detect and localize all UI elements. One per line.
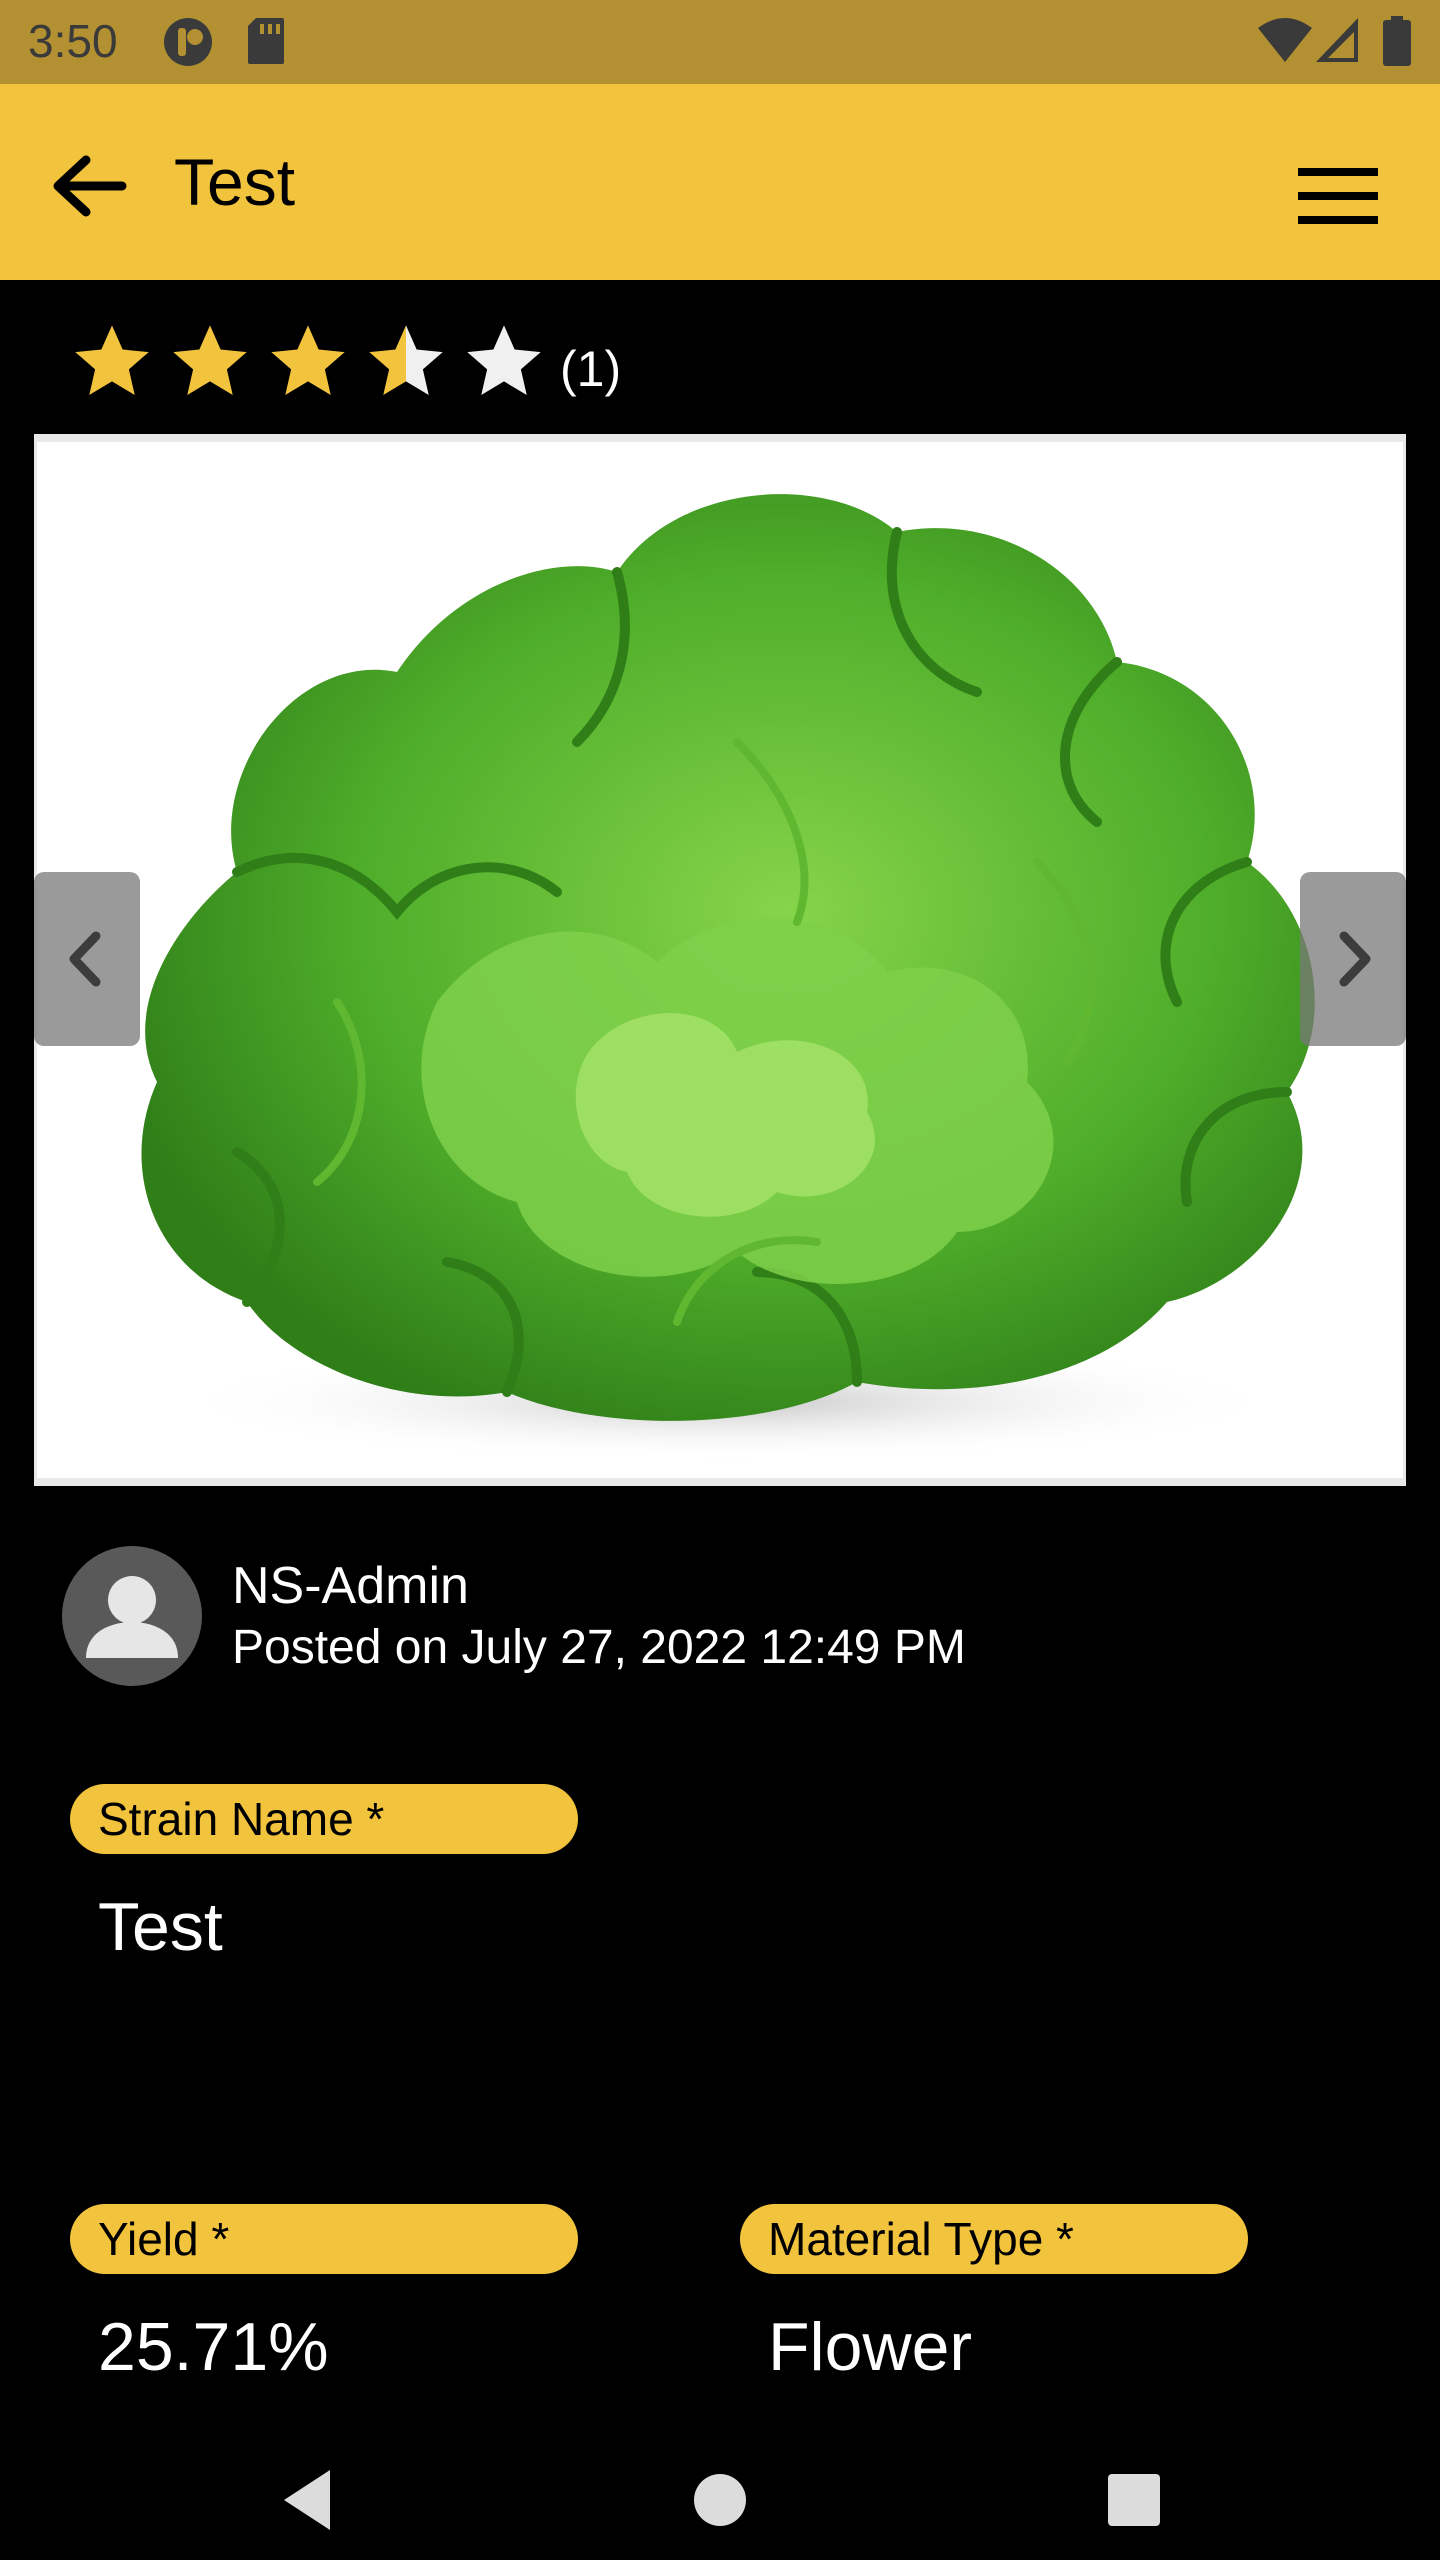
chevron-right-icon bbox=[1339, 931, 1371, 987]
author-name: NS-Admin bbox=[232, 1557, 469, 1615]
material-type-value: Flower bbox=[768, 2309, 973, 2385]
star-icon-3 bbox=[271, 325, 345, 395]
yield-value: 25.71% bbox=[98, 2309, 329, 2385]
battery-icon bbox=[1383, 16, 1411, 66]
nav-recents-icon[interactable] bbox=[1094, 2460, 1174, 2540]
yield-label: Yield * bbox=[70, 2204, 578, 2274]
image-carousel[interactable] bbox=[34, 434, 1406, 1486]
page-title: Test bbox=[174, 145, 296, 219]
strain-name-label: Strain Name * bbox=[70, 1784, 578, 1854]
carousel-image bbox=[37, 442, 1403, 1478]
arrow-back-icon[interactable] bbox=[40, 140, 136, 236]
material-type-label: Material Type * bbox=[740, 2204, 1248, 2274]
app-notification-icon bbox=[164, 18, 212, 66]
wifi-icon bbox=[1258, 18, 1312, 62]
lettuce-image bbox=[141, 494, 1315, 1462]
star-half-icon bbox=[369, 325, 443, 395]
app-bar: Test bbox=[0, 84, 1440, 280]
nav-back-icon[interactable] bbox=[270, 2460, 350, 2540]
person-icon bbox=[86, 1576, 178, 1658]
posted-date: Posted on July 27, 2022 12:49 PM bbox=[232, 1621, 966, 1674]
hamburger-menu-icon[interactable] bbox=[1290, 148, 1386, 244]
system-nav-bar bbox=[0, 2440, 1440, 2560]
signal-icon bbox=[1316, 18, 1358, 62]
nav-home-icon[interactable] bbox=[680, 2460, 760, 2540]
carousel-prev-button[interactable] bbox=[34, 872, 140, 1046]
strain-name-value: Test bbox=[98, 1889, 223, 1965]
star-icon-2 bbox=[173, 325, 247, 395]
carousel-next-button[interactable] bbox=[1300, 872, 1406, 1046]
chevron-left-icon bbox=[69, 931, 101, 987]
status-time: 3:50 bbox=[28, 15, 118, 67]
sd-card-icon bbox=[248, 18, 284, 64]
star-empty-icon bbox=[467, 325, 541, 395]
avatar[interactable] bbox=[62, 1546, 202, 1686]
status-bar: 3:50 bbox=[0, 0, 1440, 84]
star-icon-1 bbox=[75, 325, 149, 395]
rating-count: (1) bbox=[560, 341, 622, 397]
